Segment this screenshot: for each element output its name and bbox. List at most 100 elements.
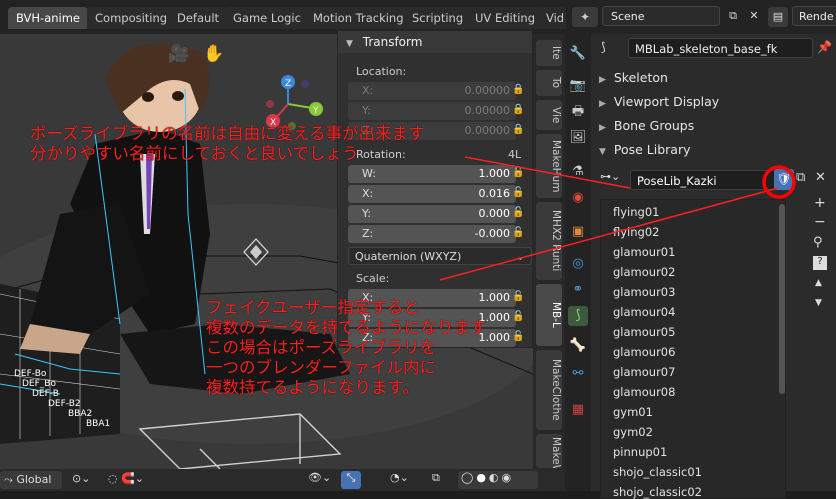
tab-scripting[interactable]: Scripting (404, 7, 472, 29)
tab-bvh-anime[interactable]: BVH-anime (8, 7, 89, 29)
location-y-field[interactable]: Y: 0.00000 (348, 102, 516, 120)
sidetab-makewalk[interactable]: MakeWa (536, 434, 562, 468)
scene-icon[interactable]: ⚗ (568, 162, 588, 182)
list-item[interactable]: glamour08 (613, 385, 675, 399)
apply-pose-icon[interactable]: ⚲ (813, 235, 823, 250)
sidetab-view[interactable]: Vie (536, 100, 562, 130)
list-item[interactable]: gym01 (613, 405, 653, 419)
tab-video[interactable]: Vid (540, 7, 566, 29)
action-browse-icon[interactable]: ⊶⌄ (600, 170, 630, 190)
sanitize-icon[interactable]: ? (813, 256, 827, 270)
unlock-icon[interactable]: 🔓 (512, 167, 524, 178)
list-item[interactable]: pinnup01 (613, 445, 667, 459)
pin-icon[interactable]: 📌 (817, 40, 832, 54)
object-icon[interactable]: ▣ (568, 222, 588, 242)
list-item[interactable]: flying02 (613, 225, 659, 239)
constraints-icon[interactable]: ⚭ (568, 280, 588, 300)
close-icon[interactable]: ✕ (815, 170, 826, 185)
list-item[interactable]: shojo_classic02 (613, 485, 702, 499)
list-item[interactable]: gym02 (613, 425, 653, 439)
section-viewport-display[interactable]: ▶ Viewport Display (599, 94, 719, 109)
unlock-icon[interactable]: 🔓 (512, 311, 524, 322)
view-layer-field[interactable]: Rende (792, 6, 836, 26)
visibility-icon[interactable]: 👁⌄ (308, 471, 331, 484)
snap-icon[interactable]: ◌ 🧲⌄ (108, 472, 144, 485)
object-name-field[interactable]: MBLab_skeleton_base_fk (628, 38, 813, 58)
tab-compositing[interactable]: Compositing (87, 7, 176, 29)
armature-data-icon[interactable]: ⟆ (568, 306, 588, 326)
sidetab-mhx2[interactable]: MHX2 Runti (536, 202, 562, 280)
scene-field[interactable]: Scene (602, 6, 720, 26)
lock-icon[interactable]: 🔒 (512, 104, 524, 115)
section-bone-groups[interactable]: ▶ Bone Groups (599, 118, 694, 133)
output-icon[interactable]: 🖶 (568, 102, 588, 122)
tab-uv-editing[interactable]: UV Editing (467, 7, 543, 29)
lock-icon[interactable]: 🔒 (512, 124, 524, 135)
bone-constraint-icon[interactable]: ⚯ (568, 364, 588, 384)
view-layer-icon[interactable]: ▤ (768, 7, 788, 27)
rotation-z-field[interactable]: Z: -0.000 (348, 225, 516, 243)
sidetab-item[interactable]: Ite (536, 40, 562, 66)
world-icon[interactable]: ◉ (568, 188, 588, 208)
annotation-bottom: フェイクユーザー指定すると 複数のデータを持てるようになります この場合はポーズ… (206, 298, 487, 398)
section-skeleton[interactable]: ▶ Skeleton (599, 70, 668, 85)
sidetab-makeclothes[interactable]: MakeClothe (536, 350, 562, 430)
list-item[interactable]: shojo_classic01 (613, 465, 702, 479)
rotation-y-field[interactable]: Y: 0.000 (348, 205, 516, 223)
orientation-select[interactable]: ⤳ Global (0, 471, 62, 489)
render-icon[interactable]: 📷 (568, 76, 588, 96)
tab-game-logic[interactable]: Game Logic (225, 7, 309, 29)
poselib-name-field[interactable]: PoseLib_Kazki (630, 170, 778, 190)
new-scene-icon[interactable]: ⧉ (724, 6, 742, 26)
list-item[interactable]: glamour06 (613, 345, 675, 359)
list-item[interactable]: glamour03 (613, 285, 675, 299)
hand-pan-icon[interactable]: ✋ (203, 44, 224, 64)
list-item[interactable]: flying01 (613, 205, 659, 219)
tool-icon[interactable]: 🔧 (568, 44, 588, 64)
duplicate-icon[interactable]: ⧉ (796, 170, 805, 185)
list-item[interactable]: glamour05 (613, 325, 675, 339)
annotation-line: フェイクユーザー指定すると (206, 298, 420, 317)
add-pose-icon[interactable]: + (814, 195, 826, 211)
rotation-x-field[interactable]: X: 0.016 (348, 185, 516, 203)
fake-user-shield-icon[interactable]: 🛡 (774, 169, 794, 190)
move-up-icon[interactable]: ▲ (815, 278, 822, 288)
list-item[interactable]: glamour01 (613, 245, 675, 259)
rotation-w-field[interactable]: W: 1.000 (348, 165, 516, 183)
location-x-field[interactable]: X: 0.00000 (348, 82, 516, 100)
unlock-icon[interactable]: 🔓 (512, 187, 524, 198)
gizmo-toggle-icon[interactable]: ⤡ (341, 471, 361, 489)
remove-pose-icon[interactable]: − (814, 214, 826, 230)
pivot-icon[interactable]: ⊙⌄ (72, 472, 90, 485)
xray-icon[interactable]: ⧉ (432, 471, 440, 485)
list-scrollbar[interactable] (779, 204, 785, 394)
transform-title: Transform (362, 35, 423, 49)
texture-icon[interactable]: ▦ (568, 400, 588, 420)
section-pose-library[interactable]: ▼ Pose Library (599, 142, 691, 157)
transform-header[interactable]: ▼ Transform (338, 31, 532, 53)
unlock-icon[interactable]: 🔓 (512, 331, 524, 342)
rotation-mode-select[interactable]: Quaternion (WXYZ) ⌄ (348, 247, 532, 265)
unlock-icon[interactable]: 🔓 (512, 207, 524, 218)
sidetab-makehuman[interactable]: MakeHum (536, 134, 562, 198)
annotation-line: 複数持てるようになります。 (206, 378, 419, 397)
tab-default[interactable]: Default (169, 7, 228, 29)
list-item[interactable]: glamour04 (613, 305, 675, 319)
lock-icon[interactable]: 🔒 (512, 84, 524, 95)
view-layer-icon[interactable]: 🖼 (568, 128, 588, 148)
close-icon[interactable]: ✕ (745, 6, 763, 26)
unlock-icon[interactable]: 🔓 (512, 227, 524, 238)
camera-icon[interactable]: 🎥 (168, 44, 189, 64)
list-item[interactable]: glamour02 (613, 265, 675, 279)
overlay-icon[interactable]: ◔⌄ (390, 471, 409, 484)
move-down-icon[interactable]: ▼ (815, 298, 822, 308)
tab-motion-tracking[interactable]: Motion Tracking (305, 7, 412, 29)
scene-icon[interactable]: ✦ (572, 7, 598, 27)
physics-icon[interactable]: ◎ (568, 254, 588, 274)
list-item[interactable]: glamour07 (613, 365, 675, 379)
bone-icon[interactable]: 🦴 (568, 336, 588, 356)
unlock-icon[interactable]: 🔓 (512, 291, 524, 302)
sidetab-tool[interactable]: To (536, 70, 562, 96)
sidetab-mb-lab[interactable]: MB-L (536, 284, 562, 346)
shading-modes[interactable]: ◯●◐◉ (458, 471, 538, 489)
